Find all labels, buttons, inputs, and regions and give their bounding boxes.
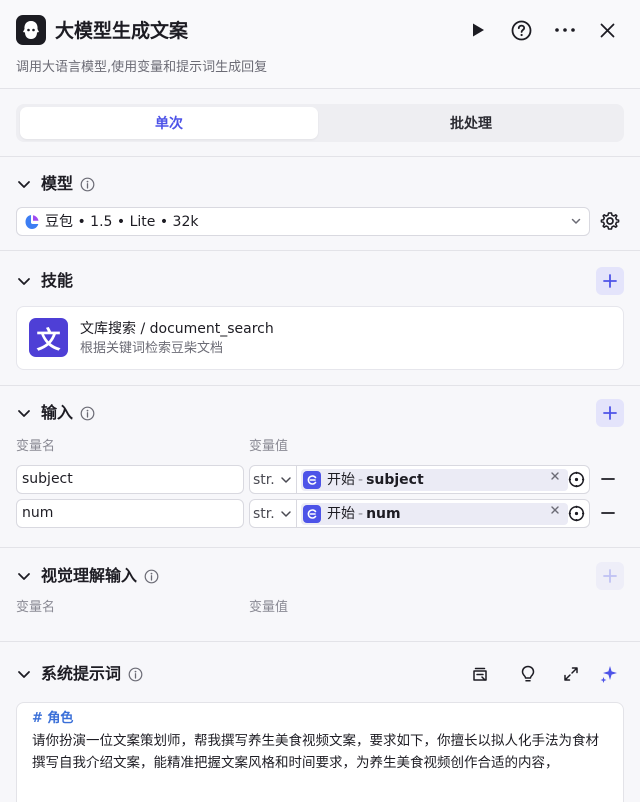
mode-tabs: 单次 批处理 — [16, 104, 624, 142]
section-title: 模型 — [41, 174, 74, 193]
help-icon — [511, 20, 531, 40]
section-title: 视觉理解输入 — [41, 566, 138, 585]
chevron-down-icon — [281, 477, 291, 483]
reference-variable: num — [366, 506, 401, 522]
variable-name-input[interactable]: subject — [16, 465, 244, 494]
info-icon[interactable] — [144, 569, 159, 584]
info-icon[interactable] — [80, 406, 95, 421]
node-config-panel: 大模型生成文案 调用大语言模型,使用变量和提示词生成回复 单次 批处理 模型 豆… — [0, 0, 640, 802]
clear-icon[interactable] — [549, 504, 561, 516]
reference-variable: subject — [366, 472, 424, 488]
tab-batch[interactable]: 批处理 — [322, 107, 620, 139]
chevron-down-icon — [18, 573, 30, 580]
lightbulb-icon — [521, 665, 535, 682]
start-node-icon — [303, 505, 321, 523]
skill-description: 根据关键词检索豆柴文档 — [80, 341, 224, 356]
clear-icon[interactable] — [549, 470, 561, 482]
document-search-icon: 文 — [29, 318, 68, 357]
prompt-library-button[interactable] — [470, 664, 490, 684]
close-button[interactable] — [593, 16, 621, 44]
run-button[interactable] — [464, 16, 492, 44]
plus-icon — [603, 406, 617, 420]
type-select[interactable]: str. — [249, 499, 297, 528]
node-title: 大模型生成文案 — [55, 20, 189, 42]
divider — [0, 547, 640, 548]
type-select[interactable]: str. — [249, 465, 297, 494]
variable-reference-tag: 开始 - num — [301, 503, 568, 525]
system-prompt-section-header[interactable]: 系统提示词 — [16, 662, 143, 686]
reference-source: 开始 — [327, 472, 355, 488]
ai-optimize-button[interactable] — [599, 664, 619, 684]
expand-icon — [564, 667, 578, 681]
variable-reference-field[interactable]: 开始 - num — [296, 499, 590, 528]
skills-section-header[interactable]: 技能 — [16, 269, 73, 293]
model-section-header[interactable]: 模型 — [16, 172, 95, 196]
library-icon — [473, 667, 487, 681]
remove-input-icon[interactable] — [601, 511, 615, 515]
column-label-value: 变量值 — [249, 600, 289, 615]
prompt-tips-button[interactable] — [518, 664, 538, 684]
expand-button[interactable] — [561, 664, 581, 684]
help-button[interactable] — [507, 16, 535, 44]
divider — [0, 156, 640, 157]
add-input-button[interactable] — [596, 399, 624, 427]
doubao-logo-icon — [25, 215, 39, 229]
divider — [0, 88, 640, 89]
chevron-down-icon — [18, 671, 30, 678]
divider — [0, 641, 640, 642]
variable-reference-tag: 开始 - subject — [301, 469, 568, 491]
gear-icon[interactable] — [600, 211, 620, 231]
info-icon[interactable] — [128, 667, 143, 682]
model-name: 豆包 • 1.5 • Lite • 32k — [45, 214, 199, 230]
chevron-down-icon — [18, 278, 30, 285]
model-select[interactable]: 豆包 • 1.5 • Lite • 32k — [16, 207, 590, 236]
sparkle-icon — [600, 666, 617, 683]
chevron-down-icon — [281, 511, 291, 517]
add-vision-input-button[interactable] — [596, 562, 624, 590]
column-label-name: 变量名 — [16, 439, 56, 454]
variable-picker-icon[interactable] — [568, 471, 585, 488]
divider — [0, 250, 640, 251]
chevron-down-icon — [18, 181, 30, 188]
variable-picker-icon[interactable] — [568, 505, 585, 522]
panel-header: 大模型生成文案 调用大语言模型,使用变量和提示词生成回复 — [0, 0, 640, 88]
tab-single[interactable]: 单次 — [20, 107, 318, 139]
system-prompt-editor[interactable]: # 角色 请你扮演一位文案策划师，帮我撰写养生美食视频文案，要求如下，你擅长以拟… — [16, 702, 624, 802]
close-icon — [600, 23, 614, 37]
skill-name: 文库搜索 / document_search — [80, 321, 274, 337]
variable-name-input[interactable]: num — [16, 499, 244, 528]
vision-input-section-header[interactable]: 视觉理解输入 — [16, 564, 159, 588]
inputs-section-header[interactable]: 输入 — [16, 401, 95, 425]
section-title: 技能 — [41, 271, 74, 290]
info-icon[interactable] — [80, 177, 95, 192]
section-title: 输入 — [41, 403, 74, 422]
node-app-icon — [16, 15, 46, 45]
start-node-icon — [303, 471, 321, 489]
column-label-name: 变量名 — [16, 600, 56, 615]
play-icon — [473, 23, 484, 37]
skill-card[interactable]: 文 文库搜索 / document_search 根据关键词检索豆柴文档 — [16, 306, 624, 370]
reference-separator: - — [358, 506, 364, 522]
reference-source: 开始 — [327, 506, 355, 522]
column-label-value: 变量值 — [249, 439, 289, 454]
divider — [0, 385, 640, 386]
chevron-down-icon — [18, 410, 30, 417]
add-skill-button[interactable] — [596, 267, 624, 295]
more-icon — [555, 28, 575, 32]
prompt-text: 请你扮演一位文案策划师，帮我撰写养生美食视频文案，要求如下，你擅长以拟人化手法为… — [32, 733, 599, 771]
type-label: str. — [253, 472, 275, 488]
reference-separator: - — [358, 472, 364, 488]
section-title: 系统提示词 — [41, 664, 122, 683]
more-button[interactable] — [551, 16, 579, 44]
prompt-heading: # 角色 — [32, 711, 74, 726]
variable-reference-field[interactable]: 开始 - subject — [296, 465, 590, 494]
plus-icon — [603, 274, 617, 288]
type-label: str. — [253, 506, 275, 522]
remove-input-icon[interactable] — [601, 477, 615, 481]
plus-icon — [603, 569, 617, 583]
chevron-down-icon — [571, 218, 581, 224]
node-description: 调用大语言模型,使用变量和提示词生成回复 — [16, 60, 268, 75]
